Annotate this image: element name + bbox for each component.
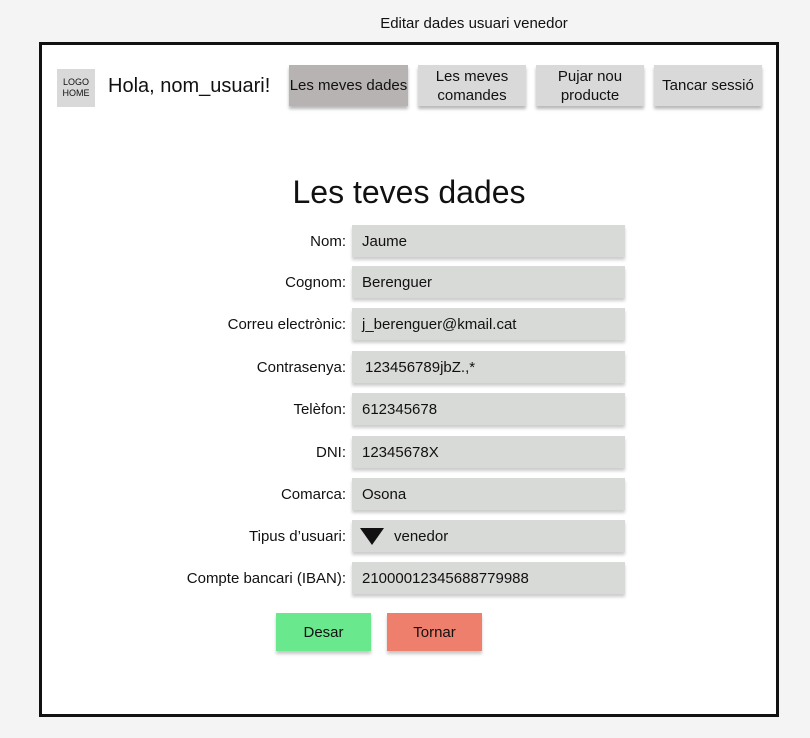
surname-field[interactable]: Berenguer xyxy=(352,266,625,298)
name-label: Nom: xyxy=(310,232,346,250)
email-label: Correu electrònic: xyxy=(227,315,346,333)
nav-upload-product-button[interactable]: Pujar nou producte xyxy=(536,65,644,106)
nav-my-orders-button[interactable]: Les meves comandes xyxy=(418,65,526,106)
form-row-dni: DNI: 12345678X xyxy=(42,436,776,468)
county-field[interactable]: Osona xyxy=(352,478,625,510)
phone-field[interactable]: 612345678 xyxy=(352,393,625,425)
form-row-phone: Telèfon: 612345678 xyxy=(42,393,776,425)
greeting-text: Hola, nom_usuari! xyxy=(108,75,271,97)
user-type-select[interactable]: venedor xyxy=(352,520,625,552)
dni-label: DNI: xyxy=(316,443,346,461)
form-row-surname: Cognom: Berenguer xyxy=(42,266,776,298)
page-title: Les teves dades xyxy=(292,174,526,210)
iban-field[interactable]: 21000012345688779988 xyxy=(352,562,625,594)
name-field[interactable]: Jaume xyxy=(352,225,625,257)
form-row-user-type: Tipus d’usuari: venedor xyxy=(42,520,776,552)
form-row-password: Contrasenya: 123456789jbZ.,* xyxy=(42,351,776,383)
nav-logout-button[interactable]: Tancar sessió xyxy=(654,65,762,106)
frame-title: Editar dades usuari venedor xyxy=(380,15,568,32)
county-label: Comarca: xyxy=(280,485,346,503)
email-field[interactable]: j_berenguer@kmail.cat xyxy=(352,308,625,340)
password-field[interactable]: 123456789jbZ.,* xyxy=(352,351,625,383)
form-row-iban: Compte bancari (IBAN): 21000012345688779… xyxy=(42,562,776,594)
phone-label: Telèfon: xyxy=(293,400,346,418)
app-window: LOGO HOME Hola, nom_usuari! Les meves da… xyxy=(39,42,779,717)
form-row-email: Correu electrònic: j_berenguer@kmail.cat xyxy=(42,308,776,340)
dni-field[interactable]: 12345678X xyxy=(352,436,625,468)
surname-label: Cognom: xyxy=(285,273,346,291)
user-type-label: Tipus d’usuari: xyxy=(249,527,346,545)
user-type-value: venedor xyxy=(394,527,449,545)
dropdown-triangle-icon[interactable] xyxy=(360,527,384,545)
back-button[interactable]: Tornar xyxy=(387,613,482,651)
form-row-county: Comarca: Osona xyxy=(42,478,776,510)
nav-my-data-button[interactable]: Les meves dades xyxy=(289,65,408,106)
logo-home[interactable]: LOGO HOME xyxy=(57,69,95,107)
form-row-name: Nom: Jaume xyxy=(42,225,776,257)
iban-label: Compte bancari (IBAN): xyxy=(186,569,346,587)
save-button[interactable]: Desar xyxy=(276,613,371,651)
password-label: Contrasenya: xyxy=(256,358,346,376)
